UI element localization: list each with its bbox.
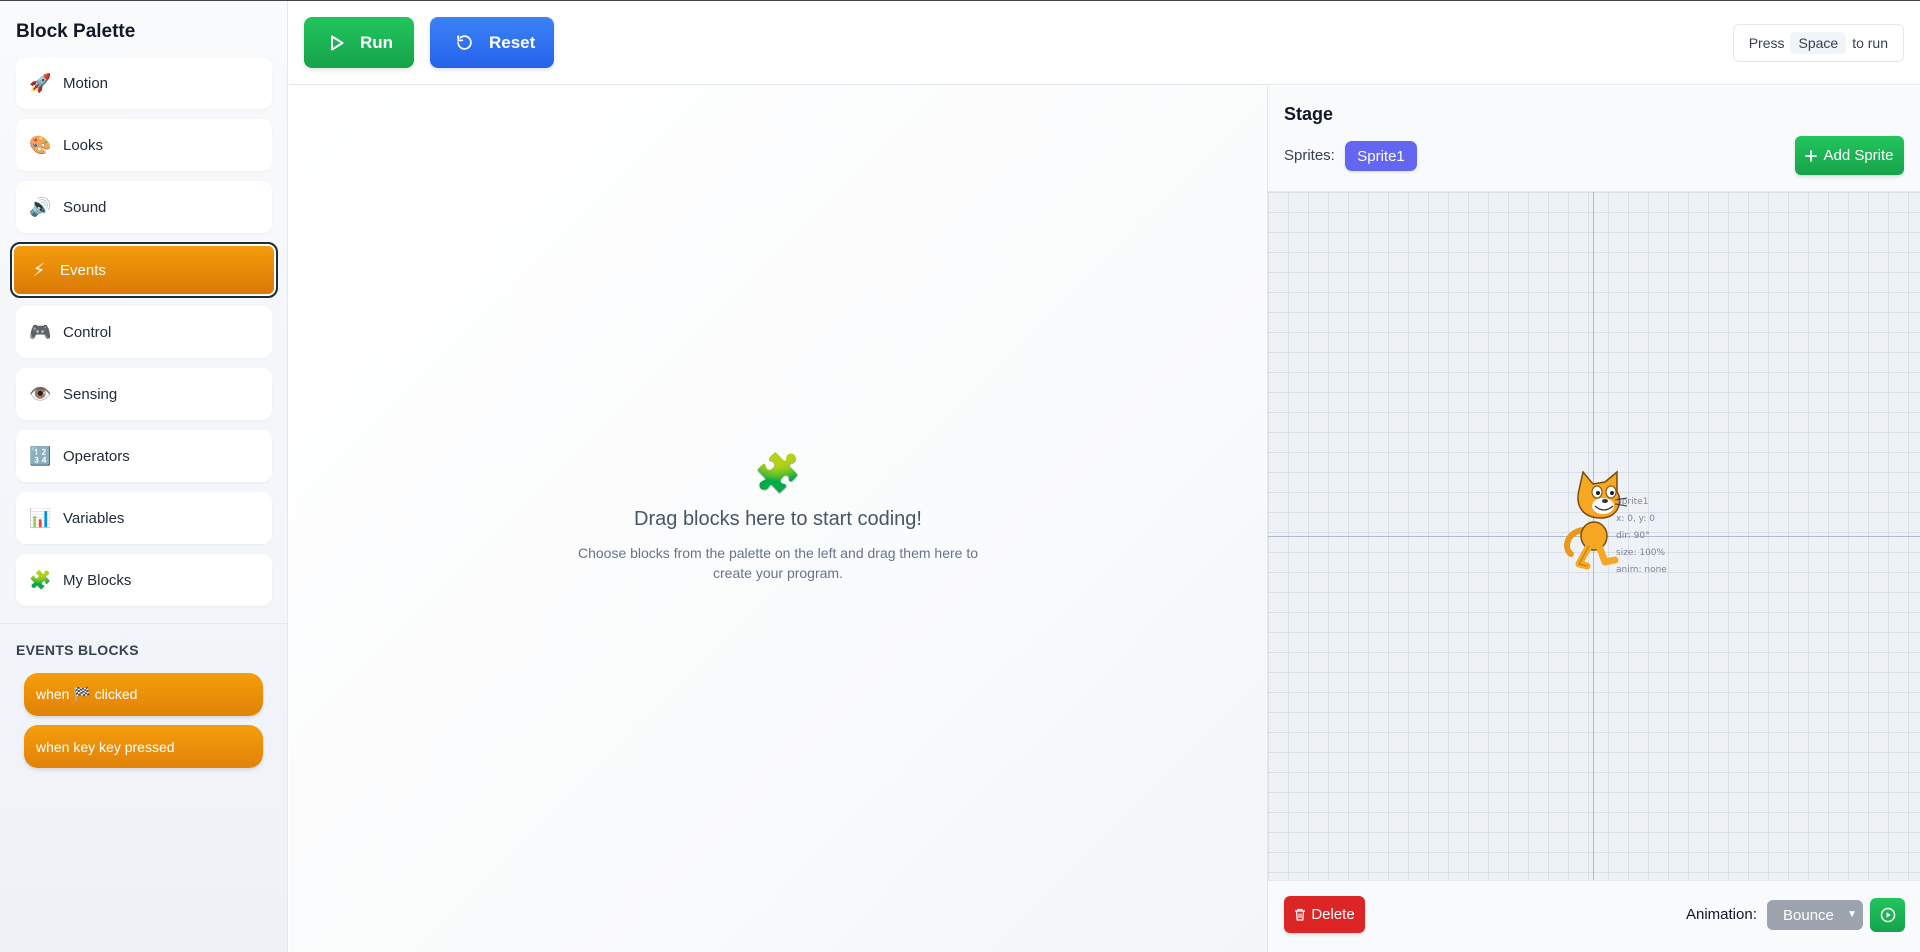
category-label: Control [63,323,112,341]
lightning-icon: ⚡ [32,259,46,280]
run-button[interactable]: Run [304,17,414,68]
code-workspace[interactable]: 🧩 Drag blocks here to start coding! Choo… [289,86,1267,952]
add-sprite-label: Add Sprite [1823,147,1894,164]
stage-title: Stage [1284,104,1334,124]
events-blocks-heading: EVENTS BLOCKS [16,642,139,658]
numbers-icon: 🔢 [29,445,52,466]
stage-footer: Delete Animation: Bounce ▼ [1268,880,1920,952]
empty-state: 🧩 Drag blocks here to start coding! Choo… [289,452,1267,583]
category-events[interactable]: ⚡ Events [10,242,278,298]
animation-select[interactable]: Bounce ▼ [1767,900,1863,930]
animation-value: Bounce [1783,906,1834,924]
section-divider [0,623,288,624]
plus-icon [1805,149,1818,162]
category-label: My Blocks [63,571,132,589]
block-palette-sidebar: Block Palette 🚀 Motion 🎨 Looks 🔊 Sound ⚡… [0,1,288,952]
palette-icon: 🎨 [29,134,52,155]
category-my-blocks[interactable]: 🧩 My Blocks [16,554,272,606]
category-motion[interactable]: 🚀 Motion [16,57,272,109]
eye-icon: 👁️ [29,383,52,404]
play-animation-button[interactable] [1870,898,1905,932]
category-label: Variables [63,509,125,527]
empty-state-title: Drag blocks here to start coding! [634,508,922,530]
puzzle-icon: 🧩 [29,569,52,590]
block-when-flag-clicked[interactable]: when 🏁 clicked [24,673,263,716]
animation-label: Animation: [1686,906,1757,923]
toolbar: Run Reset Press Space to run [289,1,1920,85]
bar-chart-icon: 📊 [29,507,52,528]
category-sensing[interactable]: 👁️ Sensing [16,368,272,420]
reset-icon [457,35,472,50]
run-label: Run [360,32,394,52]
empty-state-description: Choose blocks from the palette on the le… [577,545,979,581]
keyboard-hint: Press Space to run [1732,24,1904,62]
sprite-chip-sprite1[interactable]: Sprite1 [1345,141,1417,171]
sprite-info-overlay: Sprite1 x: 0, y: 0 dir: 90° size: 100% a… [1616,494,1667,579]
category-label: Sound [63,198,107,216]
category-operators[interactable]: 🔢 Operators [16,430,272,482]
palette-title: Block Palette [16,21,136,42]
delete-label: Delete [1311,906,1355,923]
play-icon [331,35,344,50]
stage-canvas[interactable]: Sprite1 x: 0, y: 0 dir: 90° size: 100% a… [1268,191,1920,880]
category-sound[interactable]: 🔊 Sound [16,181,272,233]
chevron-down-icon: ▼ [1847,909,1857,920]
speaker-icon: 🔊 [29,196,52,217]
sprite-info-anim: anim: none [1616,565,1667,575]
sprite-info-position: x: 0, y: 0 [1616,514,1655,524]
category-variables[interactable]: 📊 Variables [16,492,272,544]
gamepad-icon: 🎮 [29,321,52,342]
trash-icon [1295,908,1306,921]
block-when-key-pressed[interactable]: when key key pressed [24,725,263,768]
category-label: Looks [63,136,104,154]
sprite-info-direction: dir: 90° [1616,531,1650,541]
hint-key: Space [1790,32,1847,54]
category-label: Sensing [63,385,118,403]
category-control[interactable]: 🎮 Control [16,306,272,358]
hint-prefix: Press [1748,35,1785,51]
reset-button[interactable]: Reset [430,17,554,68]
add-sprite-button[interactable]: Add Sprite [1795,136,1904,175]
stage-panel: Stage Sprites: Sprite1 Add Sprite Sprite… [1267,86,1920,952]
sprites-label: Sprites: [1284,147,1335,164]
rocket-icon: 🚀 [29,72,52,93]
sprite-info-size: size: 100% [1616,548,1666,558]
play-circle-icon [1880,907,1895,923]
hint-suffix: to run [1852,35,1888,51]
category-looks[interactable]: 🎨 Looks [16,119,272,171]
sprite-info-name: Sprite1 [1616,497,1649,507]
category-label: Motion [63,74,109,92]
category-label: Events [60,261,106,279]
delete-sprite-button[interactable]: Delete [1284,896,1365,933]
reset-label: Reset [489,32,536,52]
category-label: Operators [63,447,130,465]
puzzle-icon: 🧩 [754,453,802,495]
